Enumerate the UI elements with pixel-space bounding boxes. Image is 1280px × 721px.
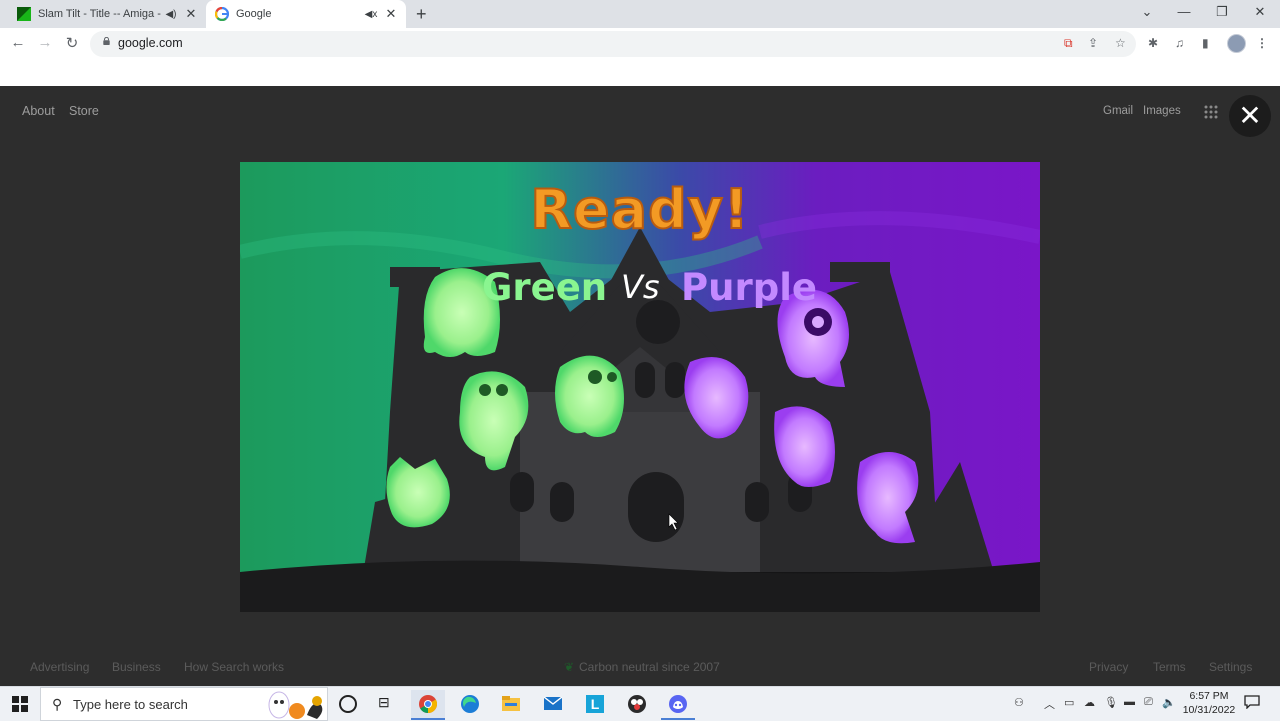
carbon-neutral-link[interactable]: Carbon neutral since 2007 xyxy=(579,660,720,674)
back-icon[interactable]: ← xyxy=(7,34,29,54)
clock-time: 6:57 PM xyxy=(1189,690,1229,702)
notification-center-icon[interactable] xyxy=(1244,695,1260,709)
file-explorer-taskbar-button[interactable] xyxy=(494,690,528,718)
minimize-icon[interactable]: — xyxy=(1169,4,1199,19)
address-bar[interactable]: google.com ⧉ ⇪ ☆ xyxy=(90,31,1136,57)
meet-now-icon[interactable]: ▭ xyxy=(1064,696,1074,709)
url-text[interactable]: google.com xyxy=(118,36,183,50)
close-tab-icon[interactable]: ✕ xyxy=(384,6,398,22)
microphone-icon[interactable]: 🎙 xyxy=(1104,696,1118,709)
how-search-works-link[interactable]: How Search works xyxy=(184,660,284,674)
blocked-popup-icon[interactable]: ⧉ xyxy=(1064,36,1073,51)
browser-toolbar: ← → ↻ google.com ⧉ ⇪ ☆ ✱ ♫ ▮ ⋮ xyxy=(0,28,1280,59)
edge-icon xyxy=(461,695,479,713)
bookmark-star-icon[interactable]: ☆ xyxy=(1115,36,1126,50)
gmail-link[interactable]: Gmail xyxy=(1103,105,1133,117)
forward-icon[interactable]: → xyxy=(34,34,56,54)
search-highlight-halloween-icon xyxy=(268,691,323,719)
audio-muted-icon[interactable]: ◀x xyxy=(364,9,378,20)
extensions-icon[interactable]: ✱ xyxy=(1148,36,1158,50)
battery-icon[interactable]: ▬ xyxy=(1124,696,1135,708)
mail-taskbar-button[interactable] xyxy=(536,690,570,718)
share-icon[interactable]: ⇪ xyxy=(1088,36,1098,50)
advertising-link[interactable]: Advertising xyxy=(30,660,89,674)
reload-icon[interactable]: ↻ xyxy=(61,34,83,54)
close-tab-icon[interactable]: ✕ xyxy=(184,6,198,22)
halloween-doodle-game[interactable]: Ready! Green Vs Purple xyxy=(240,162,1040,612)
onedrive-icon[interactable]: ☁ xyxy=(1084,696,1095,709)
discord-icon xyxy=(669,695,687,713)
privacy-link[interactable]: Privacy xyxy=(1089,660,1128,674)
team-green-label: Green xyxy=(482,266,608,309)
settings-link[interactable]: Settings xyxy=(1209,660,1252,674)
apps-grid-icon[interactable] xyxy=(1204,105,1218,119)
page-top-strip xyxy=(0,59,1280,87)
side-panel-icon[interactable]: ▮ xyxy=(1202,36,1209,50)
tab-google[interactable]: Google ◀x ✕ xyxy=(206,0,406,28)
images-link[interactable]: Images xyxy=(1143,105,1181,117)
tab-title: Slam Tilt - Title -- Amiga - N xyxy=(38,8,164,20)
profile-avatar[interactable] xyxy=(1227,34,1246,53)
discord-taskbar-button[interactable] xyxy=(661,690,695,720)
task-view-icon[interactable]: ⊟ xyxy=(378,694,390,711)
amiga-favicon-icon xyxy=(17,7,31,21)
tab-search-icon[interactable]: ⌄ xyxy=(1132,4,1162,20)
clock-date: 10/31/2022 xyxy=(1182,704,1236,716)
about-link[interactable]: About xyxy=(22,104,55,118)
windows-taskbar: ⚲ Type here to search ⊟ L ⚇ ︿ ▭ ☁ 🎙 ▬ ⎚ … xyxy=(0,686,1280,721)
media-control-icon[interactable]: ♫ xyxy=(1175,36,1184,50)
taskbar-clock[interactable]: 6:57 PM 10/31/2022 xyxy=(1180,689,1238,717)
restore-icon[interactable]: ❐ xyxy=(1207,4,1237,20)
volume-icon[interactable]: 🔈 xyxy=(1162,696,1176,709)
close-doodle-button[interactable]: ✕ xyxy=(1229,95,1271,137)
lock-icon[interactable] xyxy=(102,37,111,45)
terms-link[interactable]: Terms xyxy=(1153,660,1186,674)
taskbar-search-box[interactable]: ⚲ Type here to search xyxy=(40,687,328,721)
people-icon[interactable]: ⚇ xyxy=(1014,696,1024,709)
app-l-icon: L xyxy=(586,695,604,713)
google-page-overlay: About Store Gmail Images ✕ Ready! Green … xyxy=(0,86,1280,686)
file-explorer-icon xyxy=(502,696,520,711)
search-placeholder[interactable]: Type here to search xyxy=(73,697,188,712)
new-tab-icon[interactable]: + xyxy=(416,4,427,25)
show-hidden-icons-icon[interactable]: ︿ xyxy=(1044,696,1055,712)
business-link[interactable]: Business xyxy=(112,660,161,674)
chrome-icon xyxy=(419,695,437,713)
tab-strip: Slam Tilt - Title -- Amiga - N ◀) ✕ Goog… xyxy=(0,0,1280,28)
search-icon: ⚲ xyxy=(52,696,63,712)
chrome-taskbar-button[interactable] xyxy=(411,690,445,720)
network-icon[interactable]: ⎚ xyxy=(1144,696,1153,709)
mail-icon xyxy=(544,697,562,710)
store-link[interactable]: Store xyxy=(69,104,99,118)
windows-start-icon[interactable] xyxy=(12,696,28,712)
window-close-icon[interactable]: ✕ xyxy=(1245,4,1275,20)
app-l-taskbar-button[interactable]: L xyxy=(578,690,612,718)
audio-playing-icon[interactable]: ◀) xyxy=(164,9,178,20)
team-matchup: Green Vs Purple xyxy=(240,266,1040,312)
versus-label: Vs xyxy=(621,268,660,306)
cortana-icon[interactable] xyxy=(339,695,357,713)
tab-slam-tilt[interactable]: Slam Tilt - Title -- Amiga - N ◀) ✕ xyxy=(8,0,206,28)
edge-taskbar-button[interactable] xyxy=(453,690,487,718)
obs-icon xyxy=(628,695,646,713)
leaf-icon: ❦ xyxy=(564,660,575,674)
ready-banner: Ready! xyxy=(529,177,750,242)
google-favicon-icon xyxy=(215,7,229,21)
obs-taskbar-button[interactable] xyxy=(620,690,654,718)
tab-title: Google xyxy=(236,8,272,20)
menu-dots-icon[interactable]: ⋮ xyxy=(1256,36,1268,50)
team-purple-label: Purple xyxy=(681,266,817,309)
